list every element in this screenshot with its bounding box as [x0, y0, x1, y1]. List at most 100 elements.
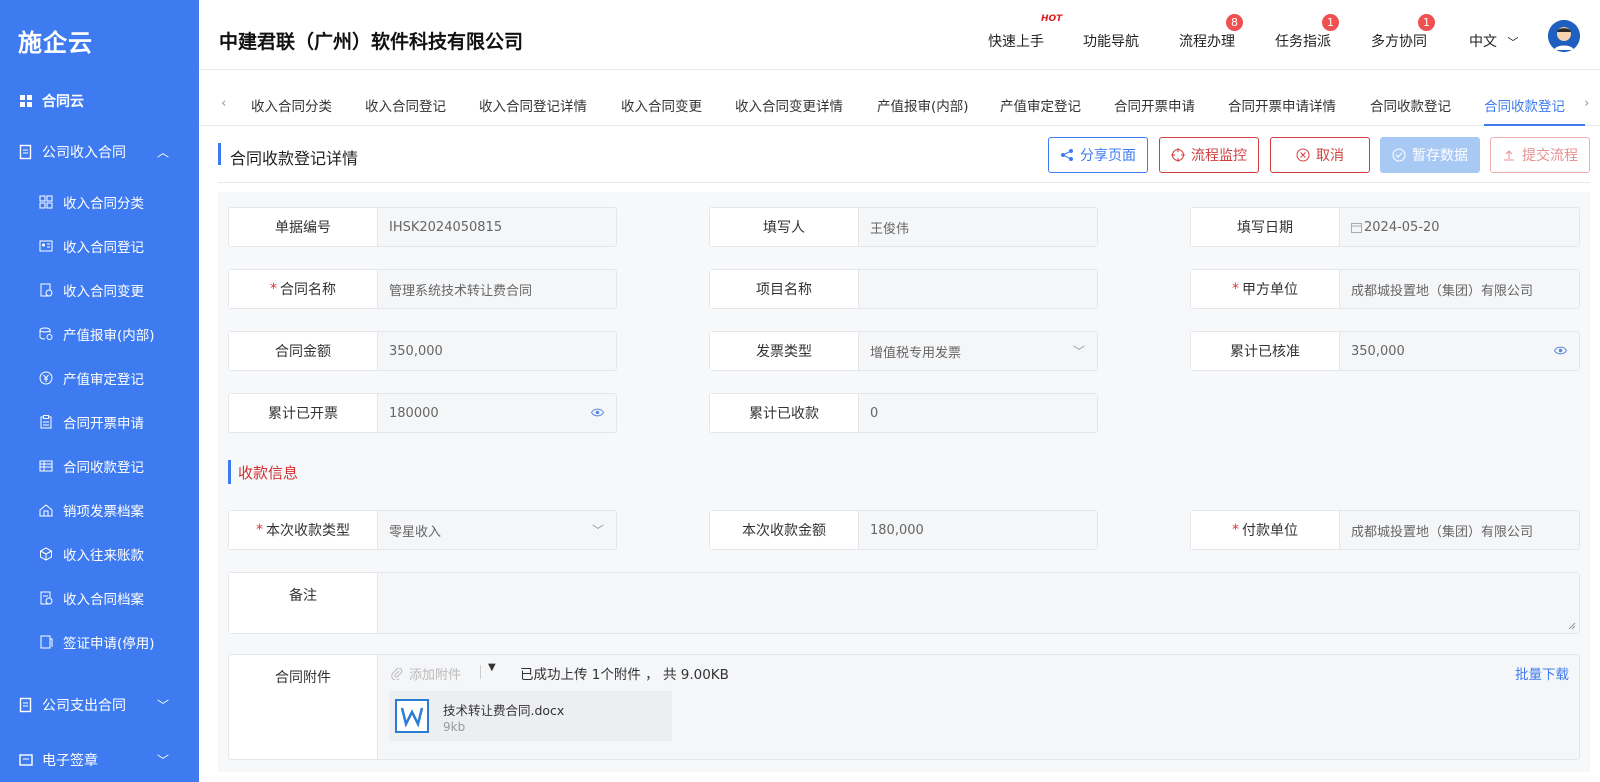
tab-income-register[interactable]: 收入合同登记 — [365, 95, 446, 115]
sidebar-item-label: 收入合同档案 — [63, 592, 144, 608]
sidebar-item-income-contract-archive[interactable]: 收入合同档案 — [0, 584, 199, 612]
contract-name-value[interactable]: 管理系统技术转让费合同 — [378, 270, 616, 308]
date-value: 2024-05-20 — [1364, 219, 1440, 235]
sidebar-item-contract-cloud[interactable]: 合同云 — [0, 86, 199, 116]
sidebar-item-output-invoice-archive[interactable]: 销项发票档案 — [0, 496, 199, 524]
invoice-type-value: 增值税专用发票 — [870, 345, 962, 361]
eye-icon[interactable] — [590, 406, 605, 420]
attachment-field: 合同附件 添加附件 ▼ 已成功上传 1个附件 ， 共 9.00KB 批量下载 技… — [228, 654, 1580, 760]
party-a-value[interactable]: 成都城投置地（集团）有限公司 — [1340, 270, 1579, 308]
eye-icon[interactable] — [1553, 344, 1568, 358]
project-name-value[interactable] — [859, 270, 1097, 308]
company-name: 中建君联（广州）软件科技有限公司 — [219, 31, 524, 53]
clipboard-icon — [40, 415, 52, 429]
sidebar-item-label: 产值报审(内部) — [63, 328, 155, 344]
batch-download-link[interactable]: 批量下载 — [1515, 663, 1569, 683]
tab-invoice-request[interactable]: 合同开票申请 — [1114, 95, 1195, 115]
field-label: 累计已收款 — [710, 394, 859, 432]
party-a-field: * 甲方单位 成都城投置地（集团）有限公司 — [1190, 269, 1580, 309]
sidebar-item-income-contract-category[interactable]: 收入合同分类 — [0, 188, 199, 216]
seal-icon — [19, 754, 33, 766]
sidebar-item-income-contract-change[interactable]: 收入合同变更 — [0, 276, 199, 304]
check-circle-icon — [1392, 148, 1406, 162]
tab-bar: ‹ 收入合同分类 收入合同登记 收入合同登记详情 收入合同变更 收入合同变更详情… — [199, 86, 1600, 126]
sidebar-item-invoice-request[interactable]: 合同开票申请 — [0, 408, 199, 436]
field-label: 单据编号 — [229, 208, 378, 246]
language-select[interactable]: 中文 ﹀ — [1469, 31, 1518, 51]
tab-income-category[interactable]: 收入合同分类 — [251, 95, 332, 115]
save-draft-button[interactable]: 暂存数据 — [1380, 137, 1480, 173]
field-label-text: 合同名称 — [280, 282, 336, 298]
cancel-button[interactable]: 取消 — [1270, 137, 1370, 173]
required-mark: * — [1232, 522, 1239, 538]
add-attachment-button[interactable]: 添加附件 — [391, 664, 461, 683]
logo[interactable]: 施企云 — [18, 18, 93, 62]
cube-icon — [40, 547, 52, 561]
tab-income-register-detail[interactable]: 收入合同登记详情 — [479, 95, 587, 115]
visa-icon — [40, 635, 53, 649]
tab-scroll-right-icon[interactable]: › — [1584, 95, 1589, 111]
nav-quick-start[interactable]: 快速上手 — [988, 31, 1044, 51]
tab-output-approval[interactable]: 产值审定登记 — [1000, 95, 1081, 115]
monitor-label: 流程监控 — [1191, 148, 1247, 164]
paperclip-icon — [391, 667, 403, 680]
field-label: 合同附件 — [229, 655, 378, 759]
field-label: * 合同名称 — [229, 270, 378, 308]
resize-handle-icon[interactable] — [1568, 622, 1576, 630]
payer-value[interactable]: 成都城投置地（集团）有限公司 — [1340, 511, 1579, 549]
tab-receipt-register-detail[interactable]: 合同收款登记 — [1484, 95, 1577, 115]
sidebar-item-label: 公司收入合同 — [42, 145, 126, 161]
field-label: 项目名称 — [710, 270, 859, 308]
share-button[interactable]: 分享页面 — [1048, 137, 1148, 173]
section-title-receipt: 收款信息 — [238, 464, 299, 482]
section-accent-bar — [228, 460, 231, 484]
remark-field: 备注 — [228, 572, 1580, 634]
tab-output-report[interactable]: 产值报审(内部) — [877, 95, 969, 115]
sidebar-item-company-income-contract[interactable]: 公司收入合同 ︿ — [0, 137, 199, 167]
avatar[interactable] — [1548, 20, 1580, 52]
task-count-badge: 1 — [1322, 14, 1339, 31]
approved-total-field: 累计已核准 350,000 — [1190, 331, 1580, 371]
sidebar-item-income-accounts[interactable]: 收入往来账款 — [0, 540, 199, 568]
project-name-field: 项目名称 — [709, 269, 1098, 309]
hot-badge: HOT — [1041, 14, 1063, 24]
receipt-amount-value[interactable]: 180,000 — [859, 511, 1097, 549]
attachment-file-card[interactable]: 技术转让费合同.docx 9kb — [389, 691, 672, 741]
tab-income-change-detail[interactable]: 收入合同变更详情 — [735, 95, 843, 115]
tab-scroll-left-icon[interactable]: ‹ — [221, 95, 226, 111]
collab-count-badge: 1 — [1418, 14, 1435, 31]
nav-process[interactable]: 流程办理 — [1179, 31, 1235, 51]
monitor-button[interactable]: 流程监控 — [1159, 137, 1259, 173]
sidebar-item-label: 收入合同变更 — [63, 284, 144, 300]
sidebar-item-receipt-register[interactable]: 合同收款登记 — [0, 452, 199, 480]
yuan-icon — [39, 371, 53, 385]
caret-down-icon[interactable]: ▼ — [488, 662, 496, 673]
nav-task-assign[interactable]: 任务指派 — [1275, 31, 1331, 51]
remark-textarea[interactable] — [378, 573, 1579, 633]
tab-income-change[interactable]: 收入合同变更 — [621, 95, 702, 115]
sidebar-item-income-contract-register[interactable]: 收入合同登记 — [0, 232, 199, 260]
tab-invoice-request-detail[interactable]: 合同开票申请详情 — [1228, 95, 1336, 115]
field-label: * 本次收款类型 — [229, 511, 378, 549]
user-avatar-icon — [1548, 20, 1580, 52]
nav-collaboration[interactable]: 多方协同 — [1371, 31, 1427, 51]
receipt-type-select[interactable]: 零星收入 ﹀ — [378, 511, 616, 549]
sidebar-item-company-expense-contract[interactable]: 公司支出合同 ﹀ — [0, 690, 199, 720]
attachment-area: 添加附件 ▼ 已成功上传 1个附件 ， 共 9.00KB 批量下载 技术转让费合… — [378, 655, 1579, 759]
sidebar-item-label: 产值审定登记 — [63, 372, 144, 388]
sidebar-item-output-report[interactable]: 产值报审(内部) — [0, 320, 199, 348]
tab-active-indicator — [1484, 124, 1585, 126]
sidebar-item-visa-request[interactable]: 签证申请(停用) — [0, 628, 199, 656]
date-input[interactable]: 2024-05-20 — [1340, 208, 1579, 246]
page-title: 合同收款登记详情 — [230, 149, 359, 168]
tab-receipt-register[interactable]: 合同收款登记 — [1370, 95, 1451, 115]
submit-button[interactable]: 提交流程 — [1490, 137, 1590, 173]
document-icon — [19, 144, 32, 160]
sidebar-item-e-seal[interactable]: 电子签章 ﹀ — [0, 745, 199, 775]
contract-amount-field: 合同金额 350,000 — [228, 331, 617, 371]
sidebar-item-output-approval[interactable]: 产值审定登记 — [0, 364, 199, 392]
invoice-type-select[interactable]: 增值税专用发票 ﹀ — [859, 332, 1097, 370]
nav-function-guide[interactable]: 功能导航 — [1083, 31, 1139, 51]
title-accent-bar — [218, 143, 221, 165]
chevron-down-icon: ﹀ — [1507, 36, 1519, 49]
